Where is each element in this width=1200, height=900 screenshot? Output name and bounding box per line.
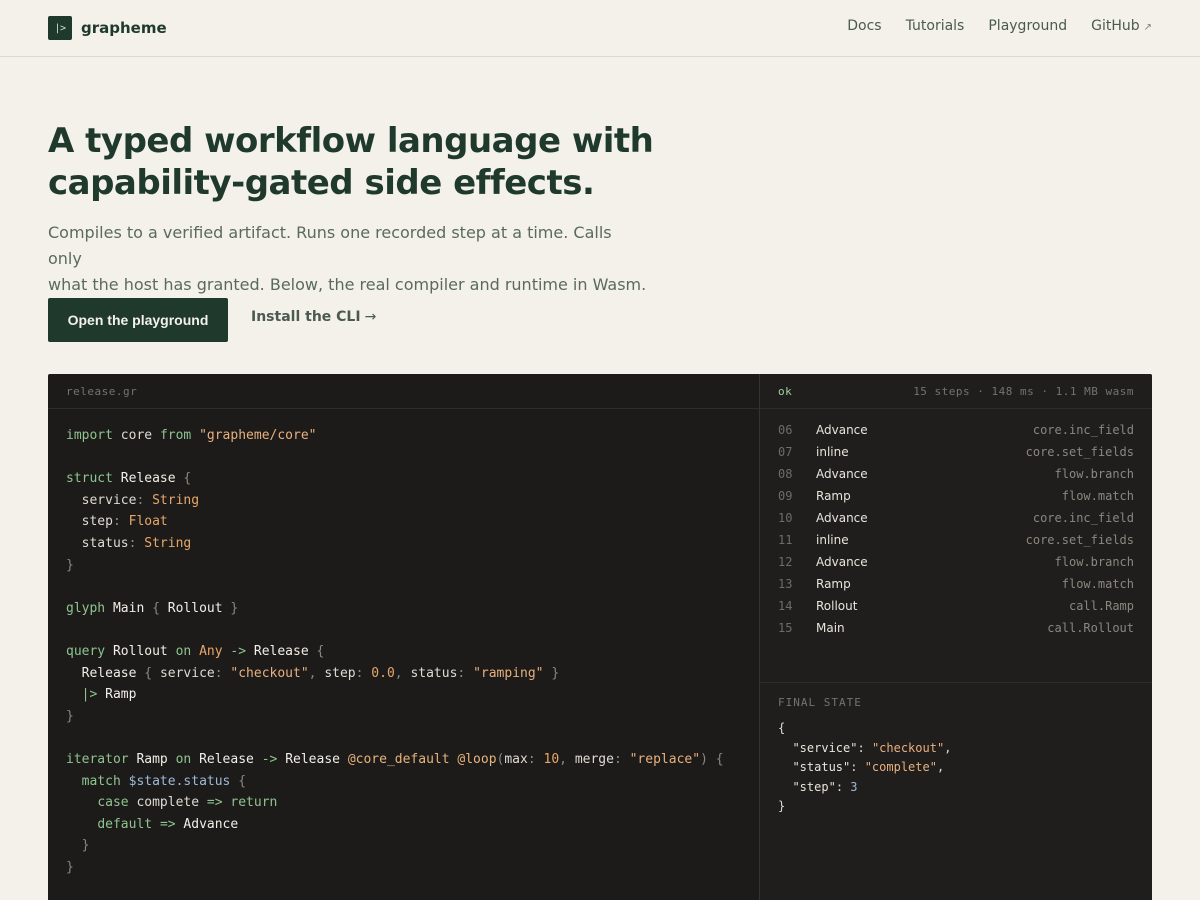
step-row[interactable]: 15 Main call.Rollout (760, 617, 1152, 639)
brand-name: grapheme (81, 19, 167, 37)
code-line: step: Float (81, 514, 168, 530)
hero-title-line-2: capability-gated side effects. (48, 163, 595, 203)
install-cli-link[interactable]: Install the CLI → (251, 309, 376, 325)
step-number: 14 (778, 599, 793, 613)
open-playground-button[interactable]: Open the playground (48, 298, 228, 342)
step-name: Main (816, 621, 845, 635)
step-number: 12 (778, 555, 793, 569)
editor-tab: release.gr (48, 374, 760, 409)
code-line: |> Ramp (81, 687, 137, 703)
code-line: struct Release { (66, 471, 192, 487)
step-name: Advance (816, 555, 868, 569)
code-line: } (66, 557, 74, 573)
step-call: call.Ramp (1068, 599, 1134, 613)
step-list[interactable]: 06 Advance core.inc_field 07 inline core.set_… (760, 409, 1152, 683)
json-line: "status": "complete", (792, 760, 945, 774)
step-name: Ramp (816, 489, 851, 503)
step-call: core.inc_field (1032, 423, 1134, 437)
step-row[interactable]: 12 Advance flow.branch (760, 551, 1152, 573)
code-line: service: String (81, 492, 200, 508)
hero-subtitle-line-1: Compiles to a verified artifact. Runs on… (48, 223, 612, 268)
code-body[interactable]: import core from "grapheme/core" struct … (48, 409, 760, 878)
step-call: core.inc_field (1032, 511, 1134, 525)
nav-link-github-label: GitHub (1091, 18, 1140, 34)
nav-link-tutorials[interactable]: Tutorials (906, 18, 965, 34)
nav-link-github[interactable]: GitHub ↗ (1091, 18, 1152, 34)
hero-subtitle-line-2: what the host has granted. Below, the re… (48, 275, 647, 294)
step-call: core.set_fields (1025, 445, 1134, 459)
step-number: 11 (778, 533, 793, 547)
grapheme-logo-icon: |> (48, 16, 72, 40)
json-line: } (778, 799, 786, 813)
final-state-label: FINAL STATE (778, 696, 862, 709)
code-line: match $state.status { (81, 773, 247, 789)
json-line: "step": 3 (792, 779, 858, 794)
code-line: } (81, 838, 90, 854)
step-name: Rollout (816, 599, 858, 613)
code-line: } (66, 859, 74, 875)
runtime-trace-panel: ok 15 steps · 148 ms · 1.1 MB wasm 06 Adv… (760, 374, 1152, 900)
step-name: Ramp (816, 577, 851, 591)
run-status: ok (778, 384, 793, 398)
code-line: import core from "grapheme/core" (66, 428, 317, 443)
step-call: flow.branch (1054, 555, 1134, 569)
step-call: flow.match (1061, 489, 1134, 503)
install-cli-label: Install the CLI (251, 309, 361, 325)
code-demo-panel: release.gr import core from "grapheme/co… (48, 374, 1152, 900)
run-stats: 15 steps · 148 ms · 1.1 MB wasm (913, 384, 1134, 398)
code-line: Release { service: "checkout", step: 0.0… (81, 665, 560, 681)
step-number: 06 (778, 423, 793, 437)
step-name: inline (816, 445, 849, 459)
step-row[interactable]: 09 Ramp flow.match (760, 485, 1152, 507)
code-line: } (66, 708, 74, 724)
step-row[interactable]: 13 Ramp flow.match (760, 573, 1152, 595)
step-number: 07 (778, 445, 793, 459)
json-line: "service": "checkout", (792, 740, 952, 755)
step-row[interactable]: 08 Advance flow.branch (760, 463, 1152, 485)
step-call: core.set_fields (1025, 533, 1134, 547)
step-row[interactable]: 11 inline core.set_fields (760, 529, 1152, 551)
arrow-right-icon: → (364, 309, 377, 325)
code-editor[interactable]: release.gr import core from "grapheme/co… (48, 374, 760, 900)
step-row[interactable]: 07 inline core.set_fields (760, 441, 1152, 463)
editor-filename: release.gr (66, 384, 138, 398)
hero-title: A typed workflow language with capabilit… (48, 120, 688, 204)
code-line: glyph Main { Rollout } (66, 600, 239, 616)
runtime-header: ok 15 steps · 148 ms · 1.1 MB wasm (760, 374, 1152, 409)
step-name: inline (816, 533, 849, 547)
json-line: { (778, 721, 786, 735)
code-line: default => Advance (97, 816, 239, 832)
nav-link-docs[interactable]: Docs (847, 18, 881, 34)
code-line: query Rollout on Any -> Release { (66, 643, 325, 659)
step-call: flow.match (1061, 577, 1134, 591)
step-call: call.Rollout (1047, 621, 1134, 635)
step-name: Advance (816, 511, 868, 525)
step-row[interactable]: 10 Advance core.inc_field (760, 507, 1152, 529)
external-link-icon: ↗ (1143, 22, 1152, 33)
step-call: flow.branch (1054, 467, 1134, 481)
step-number: 13 (778, 577, 793, 591)
hero-title-line-1: A typed workflow language with (48, 121, 654, 161)
hero-subtitle: Compiles to a verified artifact. Runs on… (48, 220, 648, 298)
code-line: iterator Ramp on Release -> Release @cor… (66, 751, 724, 767)
step-name: Advance (816, 423, 868, 437)
step-number: 15 (778, 621, 793, 635)
code-line: case complete => return (97, 795, 278, 811)
step-number: 09 (778, 489, 793, 503)
nav-links: Docs Tutorials Playground GitHub ↗ (823, 18, 1152, 34)
step-name: Advance (816, 467, 868, 481)
brand-home-link[interactable]: |> grapheme (48, 16, 167, 40)
final-state-json: { "service": "checkout", "status": "comp… (760, 709, 1152, 817)
step-number: 10 (778, 511, 793, 525)
code-line: status: String (81, 535, 192, 551)
step-number: 08 (778, 467, 793, 481)
top-nav: |> grapheme Docs Tutorials Playground Gi… (0, 0, 1200, 57)
nav-link-playground[interactable]: Playground (988, 18, 1067, 34)
step-row[interactable]: 06 Advance core.inc_field (760, 419, 1152, 441)
step-row[interactable]: 14 Rollout call.Ramp (760, 595, 1152, 617)
